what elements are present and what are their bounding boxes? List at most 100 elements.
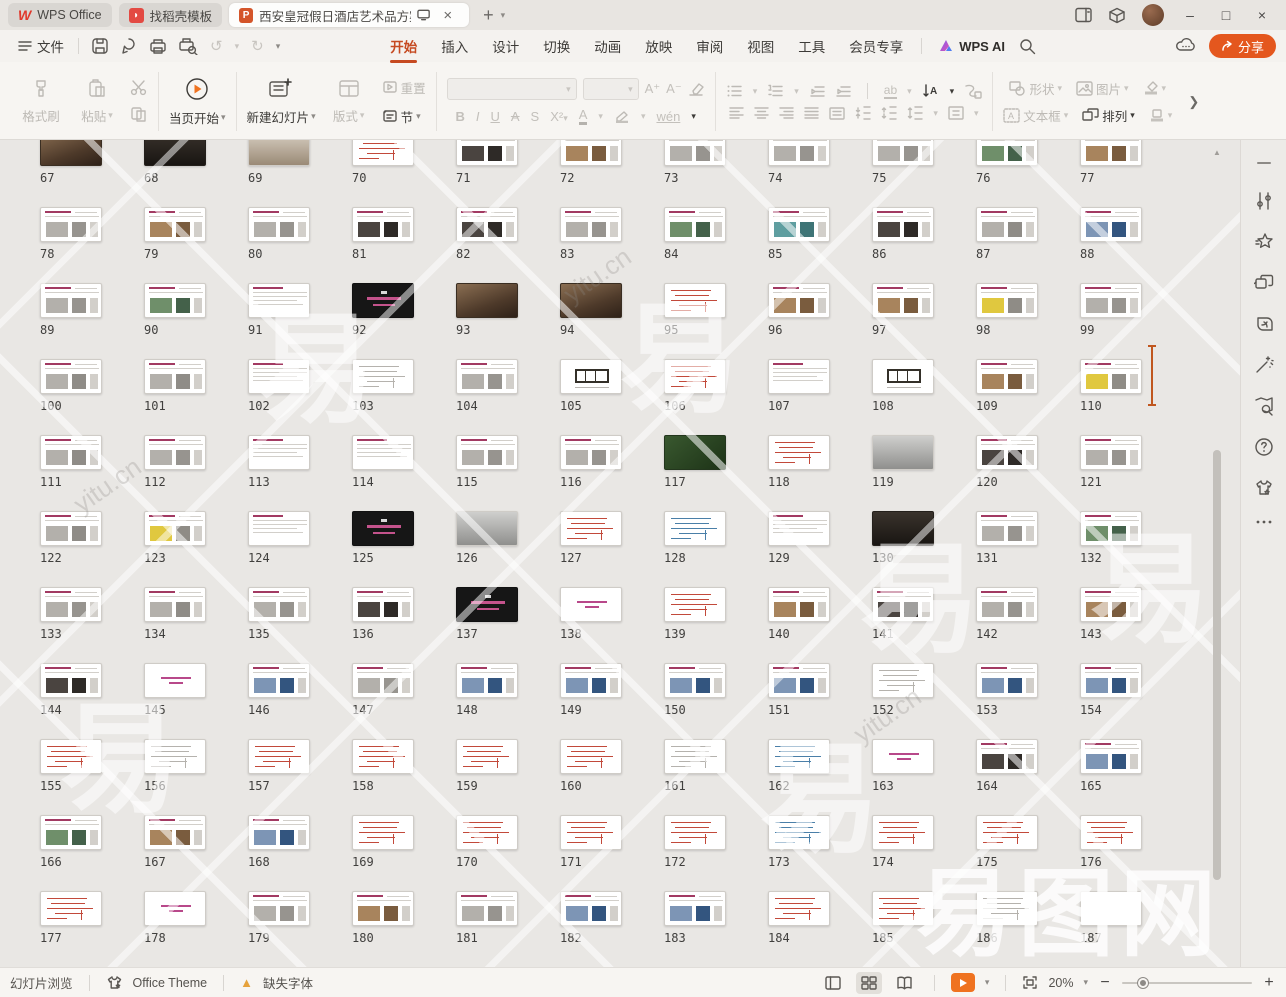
slide-thumbnail[interactable] [248, 587, 310, 622]
slide-thumbnail-cell[interactable]: 173 [768, 815, 872, 891]
slide-sorter-canvas[interactable]: 67 68 69 70 71 72 73 [0, 140, 1240, 967]
slide-thumbnail-cell[interactable]: 115 [456, 435, 560, 511]
slide-thumbnail-cell[interactable]: 118 [768, 435, 872, 511]
wps-ai-button[interactable]: WPS AI [938, 39, 1005, 54]
slide-thumbnail[interactable] [664, 435, 726, 470]
view-mode-label[interactable]: 幻灯片浏览 [10, 973, 73, 992]
slide-thumbnail[interactable] [664, 283, 726, 318]
slide-thumbnail[interactable] [664, 207, 726, 242]
slide-thumbnail-cell[interactable]: 82 [456, 207, 560, 283]
slide-thumbnail-cell[interactable]: 85 [768, 207, 872, 283]
slide-thumbnail[interactable] [768, 283, 830, 318]
slide-thumbnail[interactable] [144, 815, 206, 850]
slide-thumbnail[interactable] [248, 359, 310, 394]
slide-thumbnail[interactable] [872, 815, 934, 850]
slide-thumbnail[interactable] [456, 891, 518, 926]
arrange-button[interactable]: 排列▾ [1082, 106, 1135, 125]
slide-thumbnail[interactable] [560, 283, 622, 318]
selection-pane-icon[interactable] [1254, 273, 1274, 293]
slide-thumbnail[interactable] [40, 435, 102, 470]
print-preview-icon[interactable] [179, 38, 198, 55]
scrollbar-thumb[interactable] [1213, 450, 1221, 880]
slide-thumbnail-cell[interactable]: 78 [40, 207, 144, 283]
slide-thumbnail[interactable] [976, 739, 1038, 774]
slide-thumbnail[interactable] [144, 663, 206, 698]
save-icon[interactable] [91, 37, 109, 55]
slide-thumbnail[interactable] [248, 283, 310, 318]
menu-tab[interactable]: 设计 [480, 31, 531, 61]
slide-thumbnail[interactable] [976, 663, 1038, 698]
slide-thumbnail[interactable] [352, 511, 414, 546]
slide-thumbnail[interactable] [560, 587, 622, 622]
slide-thumbnail-cell[interactable]: 119 [872, 435, 976, 511]
slide-thumbnail[interactable] [664, 359, 726, 394]
menu-tab[interactable]: 审阅 [684, 31, 735, 61]
slide-thumbnail-cell[interactable]: 110 [1080, 359, 1184, 435]
slide-thumbnail-cell[interactable]: 144 [40, 663, 144, 739]
slide-thumbnail[interactable] [40, 739, 102, 774]
slide-thumbnail[interactable] [560, 891, 622, 926]
slide-thumbnail[interactable] [456, 283, 518, 318]
more-options-icon[interactable] [1255, 519, 1273, 525]
slide-thumbnail[interactable] [144, 359, 206, 394]
slide-thumbnail-cell[interactable]: 181 [456, 891, 560, 967]
user-avatar[interactable] [1142, 4, 1164, 26]
help-icon[interactable] [1254, 437, 1274, 457]
slide-thumbnail-cell[interactable]: 72 [560, 140, 664, 207]
slide-thumbnail[interactable] [872, 587, 934, 622]
slide-thumbnail[interactable] [352, 435, 414, 470]
slide-thumbnail-cell[interactable]: 135 [248, 587, 352, 663]
slide-thumbnail[interactable] [144, 891, 206, 926]
slide-thumbnail-cell[interactable]: 69 [248, 140, 352, 207]
slide-thumbnail-cell[interactable]: 95 [664, 283, 768, 359]
zoom-in-button[interactable]: + [1262, 974, 1276, 992]
slide-thumbnail-cell[interactable]: 185 [872, 891, 976, 967]
slide-thumbnail[interactable] [768, 435, 830, 470]
fit-slide-icon[interactable] [1022, 975, 1038, 990]
slide-thumbnail-cell[interactable]: 114 [352, 435, 456, 511]
slide-thumbnail[interactable] [248, 511, 310, 546]
slide-thumbnail[interactable] [664, 815, 726, 850]
slide-thumbnail-cell[interactable]: 122 [40, 511, 144, 587]
slide-thumbnail[interactable] [1080, 663, 1142, 698]
slide-thumbnail-cell[interactable]: 169 [352, 815, 456, 891]
slide-thumbnail-cell[interactable]: 162 [768, 739, 872, 815]
scrollbar-up-arrow-icon[interactable]: ▲ [1213, 148, 1221, 157]
slide-thumbnail-cell[interactable]: 132 [1080, 511, 1184, 587]
tab-list-chevron-icon[interactable]: ▾ [501, 11, 506, 20]
slide-thumbnail-cell[interactable]: 98 [976, 283, 1080, 359]
slide-thumbnail[interactable] [560, 435, 622, 470]
slide-thumbnail-cell[interactable]: 159 [456, 739, 560, 815]
slide-thumbnail-cell[interactable]: 125 [352, 511, 456, 587]
slide-thumbnail-cell[interactable]: 100 [40, 359, 144, 435]
slide-thumbnail[interactable] [872, 891, 934, 926]
slide-thumbnail[interactable] [976, 283, 1038, 318]
slide-thumbnail-cell[interactable]: 186 [976, 891, 1080, 967]
slide-thumbnail[interactable] [40, 283, 102, 318]
slide-thumbnail-cell[interactable]: 80 [248, 207, 352, 283]
section-button[interactable]: 节▾ [382, 107, 426, 126]
menu-tab[interactable]: 工具 [786, 31, 837, 61]
magic-wand-icon[interactable] [1254, 355, 1274, 375]
slide-thumbnail-cell[interactable]: 108 [872, 359, 976, 435]
slide-thumbnail-cell[interactable]: 167 [144, 815, 248, 891]
slide-thumbnail-cell[interactable]: 88 [1080, 207, 1184, 283]
slide-thumbnail[interactable] [768, 587, 830, 622]
slide-thumbnail[interactable] [872, 207, 934, 242]
slide-thumbnail[interactable] [144, 511, 206, 546]
slide-thumbnail[interactable] [40, 359, 102, 394]
slide-thumbnail[interactable] [1080, 891, 1142, 926]
slide-thumbnail-cell[interactable]: 141 [872, 587, 976, 663]
slide-thumbnail[interactable] [456, 739, 518, 774]
slide-thumbnail-cell[interactable]: 112 [144, 435, 248, 511]
slide-thumbnail[interactable] [248, 891, 310, 926]
slide-thumbnail-cell[interactable]: 175 [976, 815, 1080, 891]
zoom-slider-knob[interactable] [1138, 978, 1148, 988]
slide-thumbnail-cell[interactable]: 176 [1080, 815, 1184, 891]
slide-thumbnail-cell[interactable]: 94 [560, 283, 664, 359]
slide-thumbnail-cell[interactable]: 177 [40, 891, 144, 967]
output-pdf-icon[interactable] [121, 37, 137, 55]
slide-thumbnail-cell[interactable]: 128 [664, 511, 768, 587]
zoom-slider[interactable] [1122, 982, 1252, 984]
slide-thumbnail[interactable] [248, 815, 310, 850]
